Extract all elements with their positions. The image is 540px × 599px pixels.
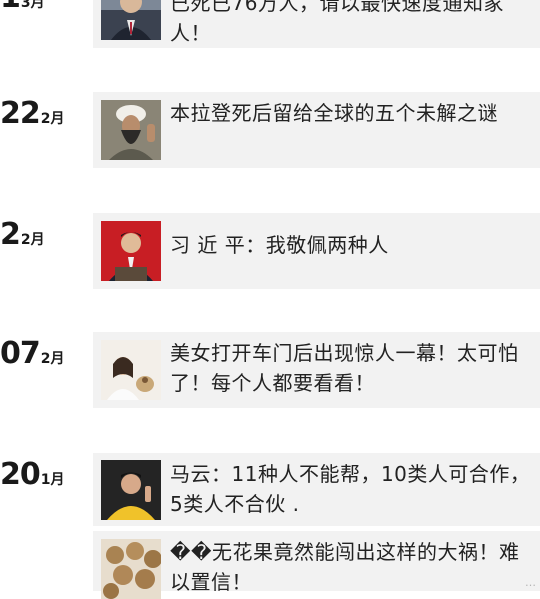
entry-date: 201月 — [0, 457, 65, 492]
entry-date: 22月 — [0, 217, 45, 252]
entry-day: 20 — [0, 457, 41, 492]
article-title: ��无花果竟然能闯出这样的大祸！难以置信！ — [170, 540, 520, 594]
article-title: 马云：11种人不能帮，10类人可合作，5类人不合伙 . — [170, 462, 531, 516]
article-title: 美女打开车门后出现惊人一幕！太可怕了！每个人都要看看！ — [170, 341, 519, 395]
entry-date: 13月 — [0, 0, 45, 15]
entry-day: 07 — [0, 336, 41, 371]
article-card[interactable]: 本拉登死后留给全球的五个未解之谜 — [93, 92, 540, 168]
article-title: 已死已76万人，请以最快速度通知家人！ — [170, 0, 504, 45]
woman-car-thumbnail — [101, 340, 161, 400]
article-card[interactable]: ��无花果竟然能闯出这样的大祸！难以置信！ … — [93, 531, 540, 599]
article-card[interactable]: 马云：11种人不能帮，10类人可合作，5类人不合伙 . — [93, 453, 540, 526]
entry-date: 222月 — [0, 96, 65, 131]
entry-month: 2月 — [20, 232, 45, 248]
article-title: 本拉登死后留给全球的五个未解之谜 — [170, 101, 498, 125]
entry-date: 072月 — [0, 336, 65, 371]
figs-thumbnail — [101, 539, 161, 599]
entry-day: 22 — [0, 96, 41, 131]
xi-jinping-thumbnail — [101, 221, 161, 281]
jack-ma-thumbnail — [101, 460, 161, 520]
entry-month: 2月 — [40, 351, 65, 367]
entry-month: 2月 — [40, 111, 65, 127]
article-card[interactable]: 习 近 平：我敬佩两种人 — [93, 213, 540, 289]
article-feed: 13月 已死已76万人，请以最快速度通知家人！ 222月 — [0, 0, 540, 599]
bin-laden-thumbnail — [101, 100, 161, 160]
entry-day: 2 — [0, 217, 21, 252]
article-card[interactable]: 美女打开车门后出现惊人一幕！太可怕了！每个人都要看看！ — [93, 332, 540, 408]
portrait-news-thumbnail — [101, 0, 161, 40]
entry-month: 1月 — [40, 472, 65, 488]
article-card[interactable]: 已死已76万人，请以最快速度通知家人！ — [93, 0, 540, 48]
entry-day: 1 — [0, 0, 21, 15]
entry-month: 3月 — [20, 0, 45, 11]
article-title: 习 近 平：我敬佩两种人 — [170, 233, 389, 257]
